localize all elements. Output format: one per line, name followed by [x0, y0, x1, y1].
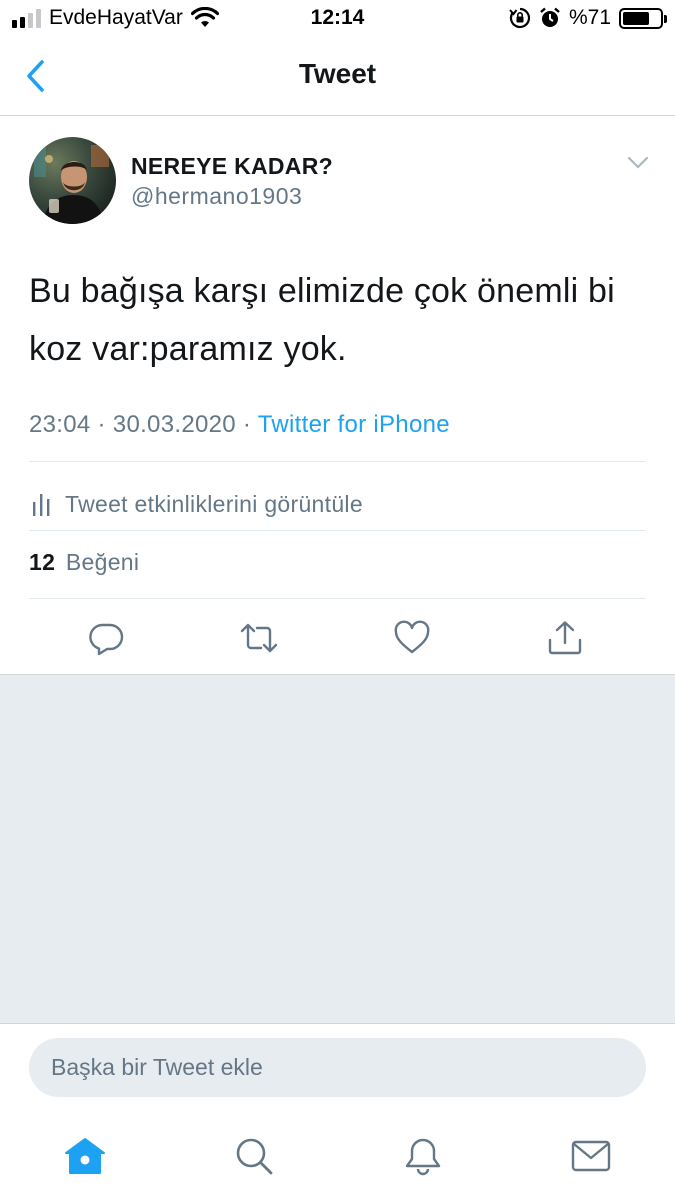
- tweet-text: Bu bağışa karşı elimizde çok önemli bi k…: [29, 272, 615, 368]
- share-icon: [548, 621, 582, 655]
- tab-notifications[interactable]: [401, 1134, 445, 1178]
- meta-separator: ·: [97, 411, 106, 438]
- avatar-image: [29, 137, 116, 224]
- retweet-icon: [240, 623, 278, 653]
- bell-icon: [405, 1138, 441, 1176]
- reply-composer: [0, 1024, 675, 1114]
- retweet-button[interactable]: [239, 618, 279, 658]
- reply-icon: [89, 623, 124, 656]
- navigation-bar: Tweet: [0, 38, 675, 116]
- likes-count-link[interactable]: 12 Beğeni: [29, 549, 139, 576]
- home-icon: [65, 1138, 105, 1174]
- divider: [29, 461, 646, 462]
- heart-icon: [394, 620, 430, 654]
- reply-input[interactable]: [29, 1038, 646, 1097]
- divider: [29, 598, 646, 599]
- likes-count: 12: [29, 549, 56, 575]
- tab-messages[interactable]: [569, 1134, 613, 1178]
- battery-icon: [619, 7, 667, 29]
- status-bar-right: %71: [509, 6, 667, 30]
- search-icon: [236, 1138, 273, 1175]
- display-name[interactable]: NEREYE KADAR?: [131, 153, 333, 180]
- tweet-source-link[interactable]: Twitter for iPhone: [258, 411, 450, 438]
- chevron-down-icon: [627, 156, 649, 169]
- user-handle[interactable]: @hermano1903: [131, 183, 302, 210]
- page-title: Tweet: [298, 58, 377, 89]
- alarm-icon: [540, 7, 560, 27]
- share-button[interactable]: [545, 618, 585, 658]
- tweet-detail: NEREYE KADAR? @hermano1903 Bu bağışa kar…: [0, 116, 675, 674]
- reply-button[interactable]: [86, 618, 126, 658]
- bar-chart-icon: [33, 494, 50, 516]
- tab-home[interactable]: [63, 1134, 107, 1178]
- orientation-lock-icon: [509, 7, 531, 29]
- more-options-button[interactable]: [627, 156, 649, 170]
- avatar[interactable]: [29, 137, 116, 224]
- status-bar: EvdeHayatVar 12:14 %71: [0, 0, 675, 38]
- empty-replies-area: [0, 674, 675, 1024]
- tweet-date: 30.03.2020: [112, 411, 236, 438]
- mail-icon: [571, 1140, 611, 1172]
- bottom-tab-bar: [0, 1114, 675, 1200]
- tweet-time: 23:04: [29, 411, 91, 438]
- meta-separator: ·: [242, 411, 252, 438]
- battery-fill: [623, 11, 649, 25]
- activity-label: Tweet etkinliklerini görüntüle: [65, 490, 363, 517]
- view-tweet-activity-button[interactable]: Tweet etkinliklerini görüntüle: [29, 478, 363, 530]
- divider: [29, 530, 646, 531]
- likes-label: Beğeni: [65, 549, 140, 575]
- tweet-meta: 23:04 · 30.03.2020 · Twitter for iPhone: [29, 411, 450, 439]
- battery-percent: %71: [568, 6, 611, 29]
- like-button[interactable]: [392, 618, 432, 658]
- tab-search[interactable]: [232, 1134, 276, 1178]
